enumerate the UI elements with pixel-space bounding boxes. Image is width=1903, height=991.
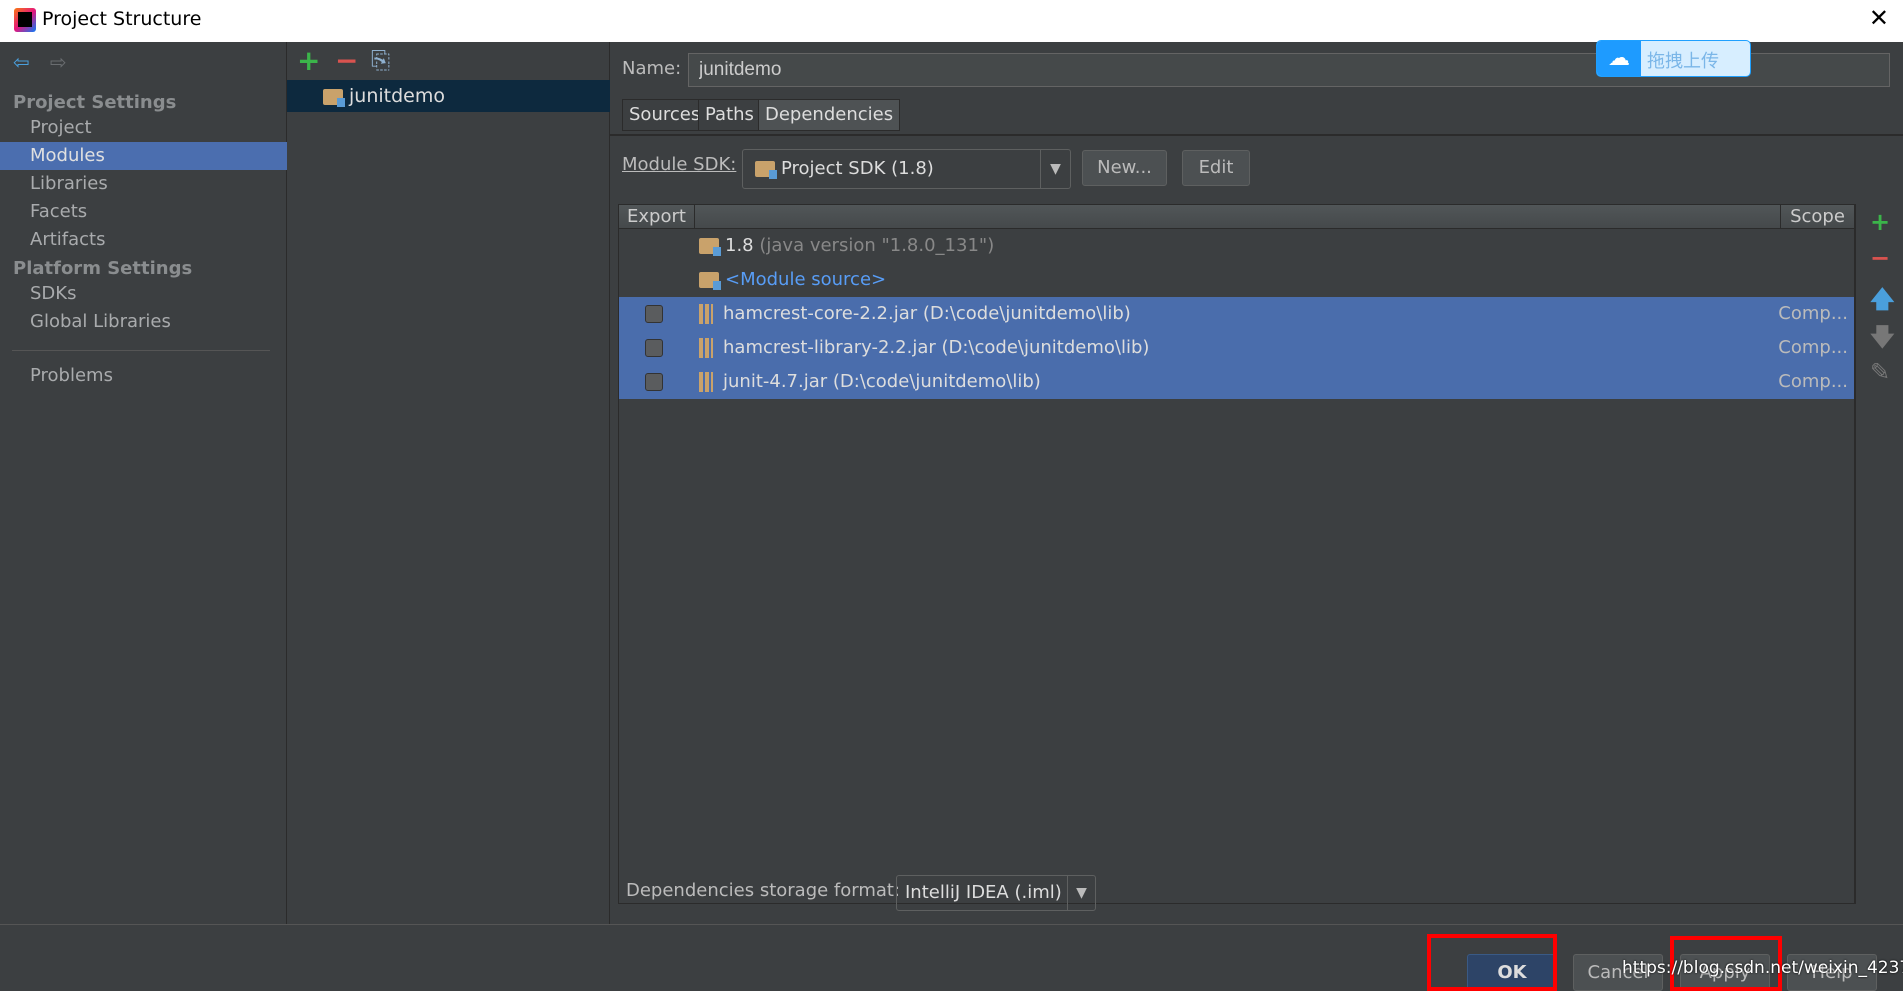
storage-format-dropdown[interactable]: IntelliJ IDEA (.iml) ▼ xyxy=(896,875,1096,911)
dependency-name: hamcrest-core-2.2.jar xyxy=(723,303,918,324)
add-icon[interactable]: + xyxy=(1870,208,1890,236)
dependency-name: <Module source> xyxy=(725,269,887,290)
sidebar-item-project[interactable]: Project xyxy=(0,114,287,142)
scope-dropdown[interactable]: Comp... xyxy=(1778,331,1848,365)
tab-paths[interactable]: Paths xyxy=(698,99,761,131)
table-row[interactable]: <Module source> xyxy=(619,263,1854,297)
move-down-icon[interactable]: 🡇 xyxy=(1870,320,1895,361)
dependency-detail: (java version "1.8.0_131") xyxy=(759,235,995,256)
storage-format-value: IntelliJ IDEA (.iml) xyxy=(905,882,1062,903)
upload-label: 拖拽上传 xyxy=(1647,51,1719,72)
window-title: Project Structure xyxy=(42,8,202,30)
sidebar-item-facets[interactable]: Facets xyxy=(0,198,287,226)
sdk-folder-icon xyxy=(755,161,777,179)
cloud-icon: ☁ xyxy=(1597,41,1641,76)
dependency-name: 1.8 xyxy=(725,235,754,256)
export-checkbox[interactable] xyxy=(645,339,663,357)
jar-icon xyxy=(699,372,713,392)
jar-icon xyxy=(699,304,713,324)
sdk-value: Project SDK (1.8) xyxy=(781,158,934,179)
name-label: Name: xyxy=(622,58,682,79)
tab-sources[interactable]: Sources xyxy=(622,99,708,131)
jar-icon xyxy=(699,338,713,358)
sidebar-item-modules[interactable]: Modules xyxy=(0,142,287,170)
section-project-settings: Project Settings xyxy=(13,92,177,113)
dependency-name: hamcrest-library-2.2.jar xyxy=(723,337,936,358)
dependency-detail: (D:\code\junitdemo\lib) xyxy=(922,303,1131,324)
chevron-down-icon: ▼ xyxy=(1067,876,1095,910)
module-sdk-dropdown[interactable]: Project SDK (1.8) ▼ xyxy=(742,149,1071,189)
sdk-folder-icon xyxy=(699,238,721,256)
dependency-detail: (D:\code\junitdemo\lib) xyxy=(832,371,1041,392)
export-column-header[interactable]: Export xyxy=(627,205,695,229)
sidebar-item-global-libraries[interactable]: Global Libraries xyxy=(0,308,287,336)
watermark: https://blog.csdn.net/weixin_42371679 xyxy=(1622,958,1903,978)
intellij-logo-icon xyxy=(14,8,36,32)
copy-module-icon[interactable]: ⎘ xyxy=(371,46,390,74)
module-name: junitdemo xyxy=(349,85,445,107)
dialog-button-bar: OK Cancel Apply Help xyxy=(0,924,1903,991)
module-detail: Name: Sources Paths Dependencies Module … xyxy=(610,42,1903,924)
export-checkbox[interactable] xyxy=(645,373,663,391)
table-row[interactable]: hamcrest-library-2.2.jar (D:\code\junitd… xyxy=(619,331,1854,365)
table-row[interactable]: hamcrest-core-2.2.jar (D:\code\junitdemo… xyxy=(619,297,1854,331)
sidebar-item-libraries[interactable]: Libraries xyxy=(0,170,287,198)
chevron-down-icon: ▼ xyxy=(1040,150,1070,188)
table-row[interactable]: 1.8 (java version "1.8.0_131") xyxy=(619,229,1854,263)
scope-column-header[interactable]: Scope xyxy=(1780,205,1854,229)
tab-dependencies[interactable]: Dependencies xyxy=(758,99,901,131)
highlight-box-ok xyxy=(1427,934,1557,991)
module-folder-icon xyxy=(323,88,345,107)
remove-icon[interactable]: − xyxy=(1870,244,1890,272)
source-folder-icon xyxy=(699,272,721,290)
remove-module-icon[interactable]: − xyxy=(335,44,358,77)
scope-dropdown[interactable]: Comp... xyxy=(1778,297,1848,331)
storage-format-label: Dependencies storage format: xyxy=(626,880,901,901)
tab-divider xyxy=(610,134,1903,136)
table-row[interactable]: junit-4.7.jar (D:\code\junitdemo\lib) Co… xyxy=(619,365,1854,399)
sidebar-item-problems[interactable]: Problems xyxy=(0,362,287,390)
module-item-junitdemo[interactable]: junitdemo xyxy=(287,80,610,112)
add-module-icon[interactable]: + xyxy=(297,44,320,77)
modules-panel: + − ⎘ junitdemo xyxy=(287,42,610,924)
dependencies-table: Export Scope 1.8 (java version "1.8.0_13… xyxy=(618,204,1855,904)
settings-sidebar: ⇦ ⇨ Project Settings Project Modules Lib… xyxy=(0,42,287,924)
section-platform-settings: Platform Settings xyxy=(13,258,193,279)
close-button[interactable]: ✕ xyxy=(1869,4,1889,32)
new-sdk-button[interactable]: New... xyxy=(1082,150,1167,186)
sidebar-item-sdks[interactable]: SDKs xyxy=(0,280,287,308)
forward-arrow-icon[interactable]: ⇨ xyxy=(50,50,67,74)
export-checkbox[interactable] xyxy=(645,305,663,323)
dependency-name: junit-4.7.jar xyxy=(723,371,828,392)
edit-icon[interactable]: ✎ xyxy=(1870,358,1890,386)
scope-dropdown[interactable]: Comp... xyxy=(1778,365,1848,399)
back-arrow-icon[interactable]: ⇦ xyxy=(13,50,30,74)
sidebar-item-artifacts[interactable]: Artifacts xyxy=(0,226,287,254)
edit-sdk-button[interactable]: Edit xyxy=(1182,150,1250,186)
upload-widget[interactable]: ☁ 拖拽上传 xyxy=(1596,40,1751,77)
module-sdk-label: Module SDK: xyxy=(622,154,737,175)
title-bar: Project Structure ✕ xyxy=(0,0,1903,42)
dependency-detail: (D:\code\junitdemo\lib) xyxy=(941,337,1150,358)
move-up-icon[interactable]: 🡅 xyxy=(1870,282,1895,323)
divider xyxy=(12,350,270,351)
table-header: Export Scope xyxy=(619,205,1854,229)
dependencies-toolbar: + − 🡅 🡇 ✎ xyxy=(1855,204,1903,904)
